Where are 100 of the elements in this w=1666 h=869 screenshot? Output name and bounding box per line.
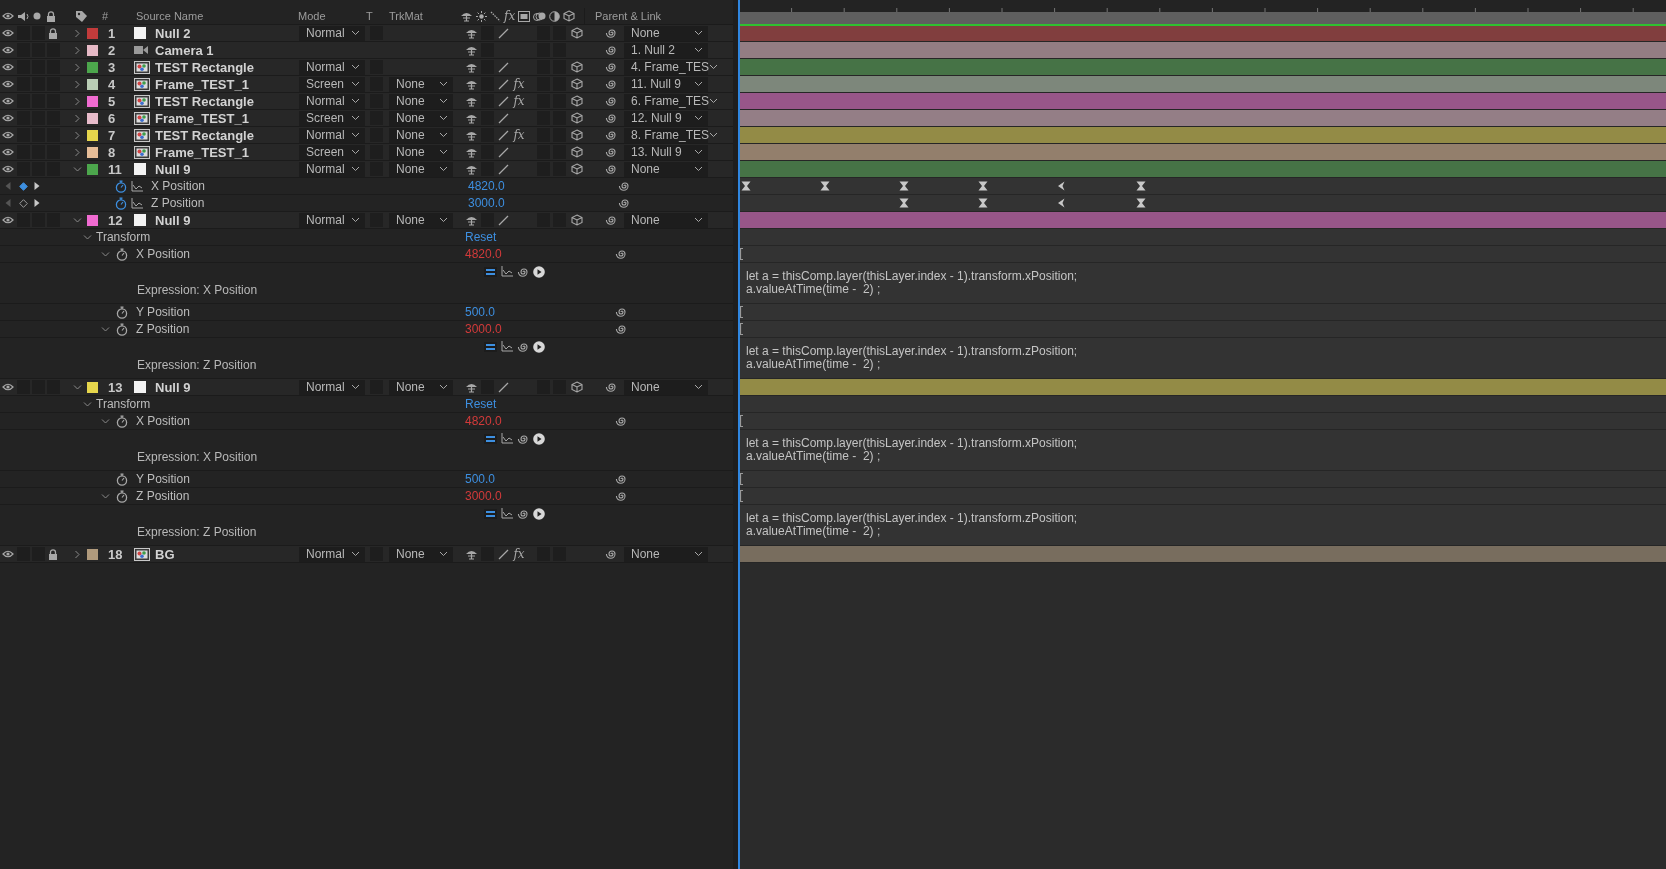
layer-name[interactable]: Frame_TEST_1	[155, 144, 249, 160]
cube-icon[interactable]	[571, 112, 583, 124]
shy-icon[interactable]	[464, 129, 478, 141]
quality-slash-icon[interactable]	[497, 548, 509, 560]
graph-icon[interactable]	[131, 197, 143, 209]
pick-whip-icon[interactable]	[605, 163, 617, 175]
parent-dropdown[interactable]: 1. Null 2	[624, 42, 708, 58]
pick-whip-icon[interactable]	[615, 323, 627, 335]
column-header[interactable]: Parent & Link	[595, 10, 662, 22]
property-value[interactable]: 500.0	[465, 305, 496, 319]
pick-whip-icon[interactable]	[615, 415, 627, 427]
expression-menu-icon[interactable]	[533, 265, 545, 278]
effects-switch[interactable]: fx	[513, 77, 525, 91]
keyframe-diamond-icon[interactable]	[18, 181, 28, 191]
quality-slash-icon[interactable]	[497, 214, 509, 226]
pick-whip-icon[interactable]	[605, 146, 617, 158]
expression-graph-icon[interactable]	[501, 433, 513, 444]
quality-slash-icon[interactable]	[497, 112, 509, 124]
quality-slash-icon[interactable]	[497, 163, 509, 175]
expression-graph-icon[interactable]	[501, 266, 513, 277]
shy-icon[interactable]	[464, 95, 478, 107]
shy-icon[interactable]	[464, 381, 478, 393]
mode-dropdown[interactable]: Screen	[299, 110, 365, 126]
label-swatch[interactable]	[86, 95, 98, 107]
next-keyframe-icon[interactable]	[34, 182, 40, 190]
column-header[interactable]: TrkMat	[389, 10, 423, 22]
cube-icon[interactable]	[571, 146, 583, 158]
stopwatch-icon[interactable]	[116, 489, 128, 503]
label-swatch[interactable]	[86, 381, 98, 393]
expression-code[interactable]: let a = thisComp.layer(thisLayer.index - 1).transform.xPosition; a.valueAtTime(time - 2) ;	[738, 263, 1078, 296]
pick-whip-icon[interactable]	[605, 44, 617, 56]
pick-whip-icon[interactable]	[605, 61, 617, 73]
shy-icon[interactable]	[460, 10, 473, 22]
pick-whip-icon[interactable]	[605, 112, 617, 124]
shy-icon[interactable]	[464, 146, 478, 158]
lock-icon[interactable]	[48, 548, 58, 560]
label-swatch[interactable]	[86, 548, 98, 560]
parent-dropdown[interactable]: None	[624, 379, 708, 395]
pick-whip-icon[interactable]	[618, 180, 630, 192]
track-matte-dropdown[interactable]: None	[389, 127, 453, 143]
quality-slash-icon[interactable]	[497, 146, 509, 158]
shy-icon[interactable]	[464, 112, 478, 124]
cube-icon[interactable]	[571, 163, 583, 175]
cube-icon[interactable]	[571, 129, 583, 141]
property-group-name[interactable]: Transform	[96, 397, 151, 411]
layer-name[interactable]: TEST Rectangle	[155, 59, 254, 75]
time-ruler[interactable]	[738, 8, 1666, 25]
pick-whip-icon[interactable]	[615, 306, 627, 318]
stopwatch-icon[interactable]	[115, 196, 127, 210]
property-group-name[interactable]: Transform	[96, 230, 151, 244]
parent-dropdown[interactable]: None	[624, 161, 708, 177]
keyframe-diamond-icon[interactable]	[18, 198, 28, 208]
stopwatch-icon[interactable]	[116, 322, 128, 336]
expression-code[interactable]: let a = thisComp.layer(thisLayer.index - 1).transform.zPosition; a.valueAtTime(time - 2) ;	[738, 338, 1078, 371]
pick-whip-icon[interactable]	[615, 490, 627, 502]
column-header[interactable]: Mode	[298, 10, 326, 22]
pick-whip-icon[interactable]	[615, 473, 627, 485]
quality-slash-icon[interactable]	[497, 27, 509, 39]
tag-icon[interactable]	[75, 9, 88, 23]
eye-icon[interactable]	[2, 383, 14, 391]
shy-icon[interactable]	[464, 548, 478, 560]
pick-whip-icon[interactable]	[605, 27, 617, 39]
mode-dropdown[interactable]: Normal	[299, 59, 365, 75]
eye-icon[interactable]	[2, 114, 14, 122]
mode-dropdown[interactable]: Normal	[299, 546, 365, 562]
expression-enable-icon[interactable]	[484, 508, 497, 519]
effects-switch[interactable]: fx	[513, 94, 525, 108]
cube-icon[interactable]	[571, 78, 583, 90]
quality-slash-icon[interactable]	[497, 381, 509, 393]
label-swatch[interactable]	[86, 44, 98, 56]
layer-name[interactable]: Frame_TEST_1	[155, 110, 249, 126]
quality-slash-icon[interactable]	[497, 129, 509, 141]
label-swatch[interactable]	[86, 27, 98, 39]
expression-enable-icon[interactable]	[484, 341, 497, 352]
pick-whip-icon[interactable]	[605, 129, 617, 141]
parent-dropdown[interactable]: 11. Null 9	[624, 76, 708, 92]
track-matte-dropdown[interactable]: None	[389, 379, 453, 395]
reset-link[interactable]: Reset	[465, 230, 497, 244]
adjustment-layer-icon[interactable]	[549, 10, 561, 22]
track-matte-dropdown[interactable]: None	[389, 212, 453, 228]
track-matte-dropdown[interactable]: None	[389, 93, 453, 109]
expression-enable-icon[interactable]	[484, 266, 497, 277]
mode-dropdown[interactable]: Screen	[299, 144, 365, 160]
mode-dropdown[interactable]: Normal	[299, 379, 365, 395]
track-matte-dropdown[interactable]: None	[389, 546, 453, 562]
lock-icon[interactable]	[46, 10, 56, 22]
effects-switch[interactable]: fx	[513, 128, 525, 142]
layer-name[interactable]: Null 9	[155, 379, 191, 395]
quality-slash-icon[interactable]	[497, 78, 509, 90]
label-swatch[interactable]	[86, 163, 98, 175]
expression-code[interactable]: let a = thisComp.layer(thisLayer.index - 1).transform.zPosition; a.valueAtTime(time - 2) ;	[738, 505, 1078, 538]
parent-dropdown[interactable]: 12. Null 9	[624, 110, 708, 126]
column-header[interactable]: Source Name	[136, 10, 204, 22]
label-swatch[interactable]	[86, 112, 98, 124]
mode-dropdown[interactable]: Normal	[299, 127, 365, 143]
keyframe-icon[interactable]	[820, 181, 830, 191]
shy-icon[interactable]	[464, 27, 478, 39]
expression-pick-whip-icon[interactable]	[517, 507, 529, 520]
eye-icon[interactable]	[2, 550, 14, 558]
expression-pick-whip-icon[interactable]	[517, 432, 529, 445]
